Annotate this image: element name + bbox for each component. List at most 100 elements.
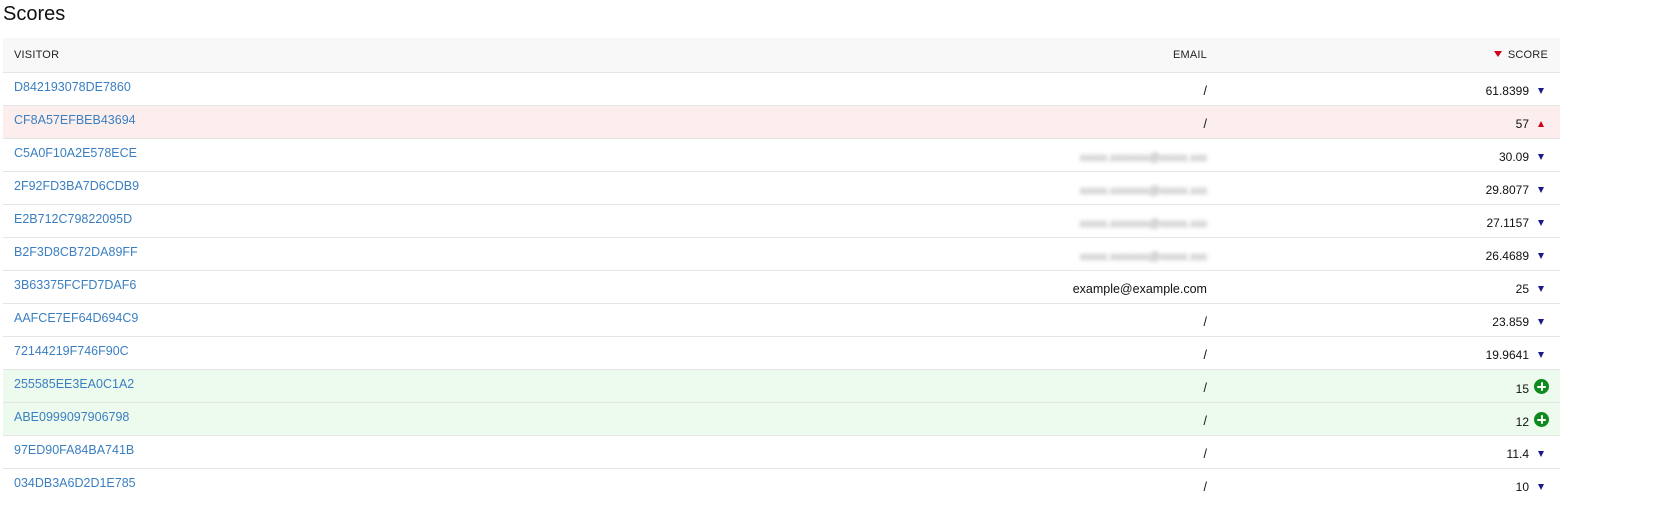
triangle-down-icon <box>1538 220 1544 226</box>
email-value: / <box>1203 314 1207 329</box>
table-row: C5A0F10A2E578ECE xxxxx.xxxxxxx@xxxxx.xxx 3… <box>3 138 1560 171</box>
score-cell: 19.9641 <box>1218 336 1560 369</box>
score-value: 57 <box>1515 117 1529 131</box>
score-value: 27.1157 <box>1486 216 1530 230</box>
email-cell: / <box>592 72 1218 105</box>
table-row: 034DB3A6D2D1E785 / 10 <box>3 468 1560 501</box>
email-cell: / <box>592 468 1218 501</box>
score-cell: 15 <box>1218 369 1560 402</box>
triangle-up-icon <box>1538 121 1544 127</box>
table-row: ABE0999097906798 / 12 <box>3 402 1560 435</box>
visitor-cell: CF8A57EFBEB43694 <box>3 105 592 138</box>
column-header-score-label: SCORE <box>1507 48 1548 61</box>
trend-down-icon <box>1534 314 1548 328</box>
triangle-down-icon <box>1538 253 1544 259</box>
score-value: 25 <box>1515 282 1529 296</box>
score-value: 61.8399 <box>1485 84 1529 98</box>
column-header-email[interactable]: EMAIL <box>592 38 1218 72</box>
score-cell: 29.8077 <box>1218 171 1560 204</box>
email-cell: / <box>592 435 1218 468</box>
visitor-link[interactable]: CF8A57EFBEB43694 <box>14 113 136 127</box>
triangle-down-icon <box>1538 352 1544 358</box>
triangle-down-icon <box>1538 484 1544 491</box>
trend-down-icon <box>1534 248 1548 262</box>
visitor-link[interactable]: AAFCE7EF64D694C9 <box>14 311 138 325</box>
column-header-score[interactable]: SCORE <box>1218 38 1560 72</box>
plus-circle-icon <box>1534 412 1549 427</box>
table-row: AAFCE7EF64D694C9 / 23.859 <box>3 303 1560 336</box>
score-value: 12 <box>1515 415 1529 429</box>
table-row: CF8A57EFBEB43694 / 57 <box>3 105 1560 138</box>
visitor-link[interactable]: 2F92FD3BA7D6CDB9 <box>14 179 139 193</box>
visitor-link[interactable]: B2F3D8CB72DA89FF <box>14 245 138 259</box>
visitor-link[interactable]: C5A0F10A2E578ECE <box>14 146 137 160</box>
score-value: 11.4 <box>1506 447 1529 461</box>
table-row: E2B712C79822095D xxxxx.xxxxxxx@xxxxx.xxx 2… <box>3 204 1560 237</box>
trend-down-icon <box>1534 281 1548 295</box>
table-row: 97ED90FA84BA741B / 11.4 <box>3 435 1560 468</box>
score-value: 26.4689 <box>1485 249 1529 263</box>
trend-down-icon <box>1534 446 1548 460</box>
visitor-cell: E2B712C79822095D <box>3 204 592 237</box>
trend-up-icon <box>1534 116 1548 130</box>
visitor-cell: AAFCE7EF64D694C9 <box>3 303 592 336</box>
trend-down-icon <box>1534 347 1548 361</box>
email-cell: xxxxx.xxxxxxx@xxxxx.xxx <box>592 171 1218 204</box>
email-cell: xxxxx.xxxxxxx@xxxxx.xxx <box>592 204 1218 237</box>
visitor-cell: 034DB3A6D2D1E785 <box>3 468 592 501</box>
table-row: D842193078DE7860 / 61.8399 <box>3 72 1560 105</box>
visitor-cell: 255585EE3EA0C1A2 <box>3 369 592 402</box>
score-cell: 25 <box>1218 270 1560 303</box>
table-body: D842193078DE7860 / 61.8399 CF8A57EFBEB43694… <box>3 72 1560 501</box>
column-header-email-label: EMAIL <box>1172 48 1207 61</box>
visitor-cell: C5A0F10A2E578ECE <box>3 138 592 171</box>
score-value: 29.8077 <box>1485 183 1529 197</box>
table-row: 3B63375FCFD7DAF6 example@example.com 25 <box>3 270 1560 303</box>
visitor-cell: ABE0999097906798 <box>3 402 592 435</box>
sort-descending-icon <box>1493 50 1502 57</box>
trend-down-icon <box>1534 149 1548 163</box>
visitor-cell: 3B63375FCFD7DAF6 <box>3 270 592 303</box>
visitor-link[interactable]: 255585EE3EA0C1A2 <box>14 377 134 391</box>
triangle-down-icon <box>1538 154 1544 160</box>
score-cell: 11.4 <box>1218 435 1560 468</box>
email-cell: xxxxx.xxxxxxx@xxxxx.xxx <box>592 138 1218 171</box>
score-cell: 10 <box>1218 468 1560 501</box>
visitor-cell: 97ED90FA84BA741B <box>3 435 592 468</box>
triangle-down-icon <box>1538 319 1544 325</box>
score-value: 23.859 <box>1492 315 1529 329</box>
visitor-cell: 72144219F746F90C <box>3 336 592 369</box>
visitor-link[interactable]: 3B63375FCFD7DAF6 <box>14 278 136 292</box>
email-value: / <box>1203 446 1207 461</box>
visitor-link[interactable]: E2B712C79822095D <box>14 212 132 226</box>
table-header-row: VISITOR EMAIL SCORE <box>3 38 1560 72</box>
email-cell: / <box>592 402 1218 435</box>
table-row: 2F92FD3BA7D6CDB9 xxxxx.xxxxxxx@xxxxx.xxx 2… <box>3 171 1560 204</box>
visitor-cell: B2F3D8CB72DA89FF <box>3 237 592 270</box>
table-row: 255585EE3EA0C1A2 / 15 <box>3 369 1560 402</box>
triangle-down-icon <box>1538 187 1544 193</box>
plus-circle-icon <box>1534 379 1549 394</box>
trend-new-icon <box>1534 379 1549 395</box>
email-value: / <box>1203 479 1207 494</box>
email-value: / <box>1203 116 1207 131</box>
email-value: / <box>1203 83 1207 98</box>
email-value: / <box>1203 413 1207 428</box>
score-cell: 23.859 <box>1218 303 1560 336</box>
trend-down-icon <box>1534 182 1548 196</box>
visitor-cell: D842193078DE7860 <box>3 72 592 105</box>
visitor-link[interactable]: D842193078DE7860 <box>14 80 131 94</box>
visitor-link[interactable]: 72144219F746F90C <box>14 344 129 358</box>
column-header-visitor-label: VISITOR <box>14 48 60 61</box>
email-blurred: xxxxx.xxxxxxx@xxxxx.xxx <box>1079 184 1207 197</box>
scores-table: VISITOR EMAIL SCORE D842193078DE7860 / 61.… <box>3 38 1560 501</box>
visitor-link[interactable]: 97ED90FA84BA741B <box>14 443 134 457</box>
email-value: / <box>1203 347 1207 362</box>
score-value: 15 <box>1515 382 1529 396</box>
column-header-visitor[interactable]: VISITOR <box>3 38 592 72</box>
visitor-link[interactable]: ABE0999097906798 <box>14 410 129 424</box>
email-cell: / <box>592 303 1218 336</box>
email-cell: / <box>592 105 1218 138</box>
visitor-link[interactable]: 034DB3A6D2D1E785 <box>14 476 136 490</box>
email-blurred: xxxxx.xxxxxxx@xxxxx.xxx <box>1079 250 1207 263</box>
